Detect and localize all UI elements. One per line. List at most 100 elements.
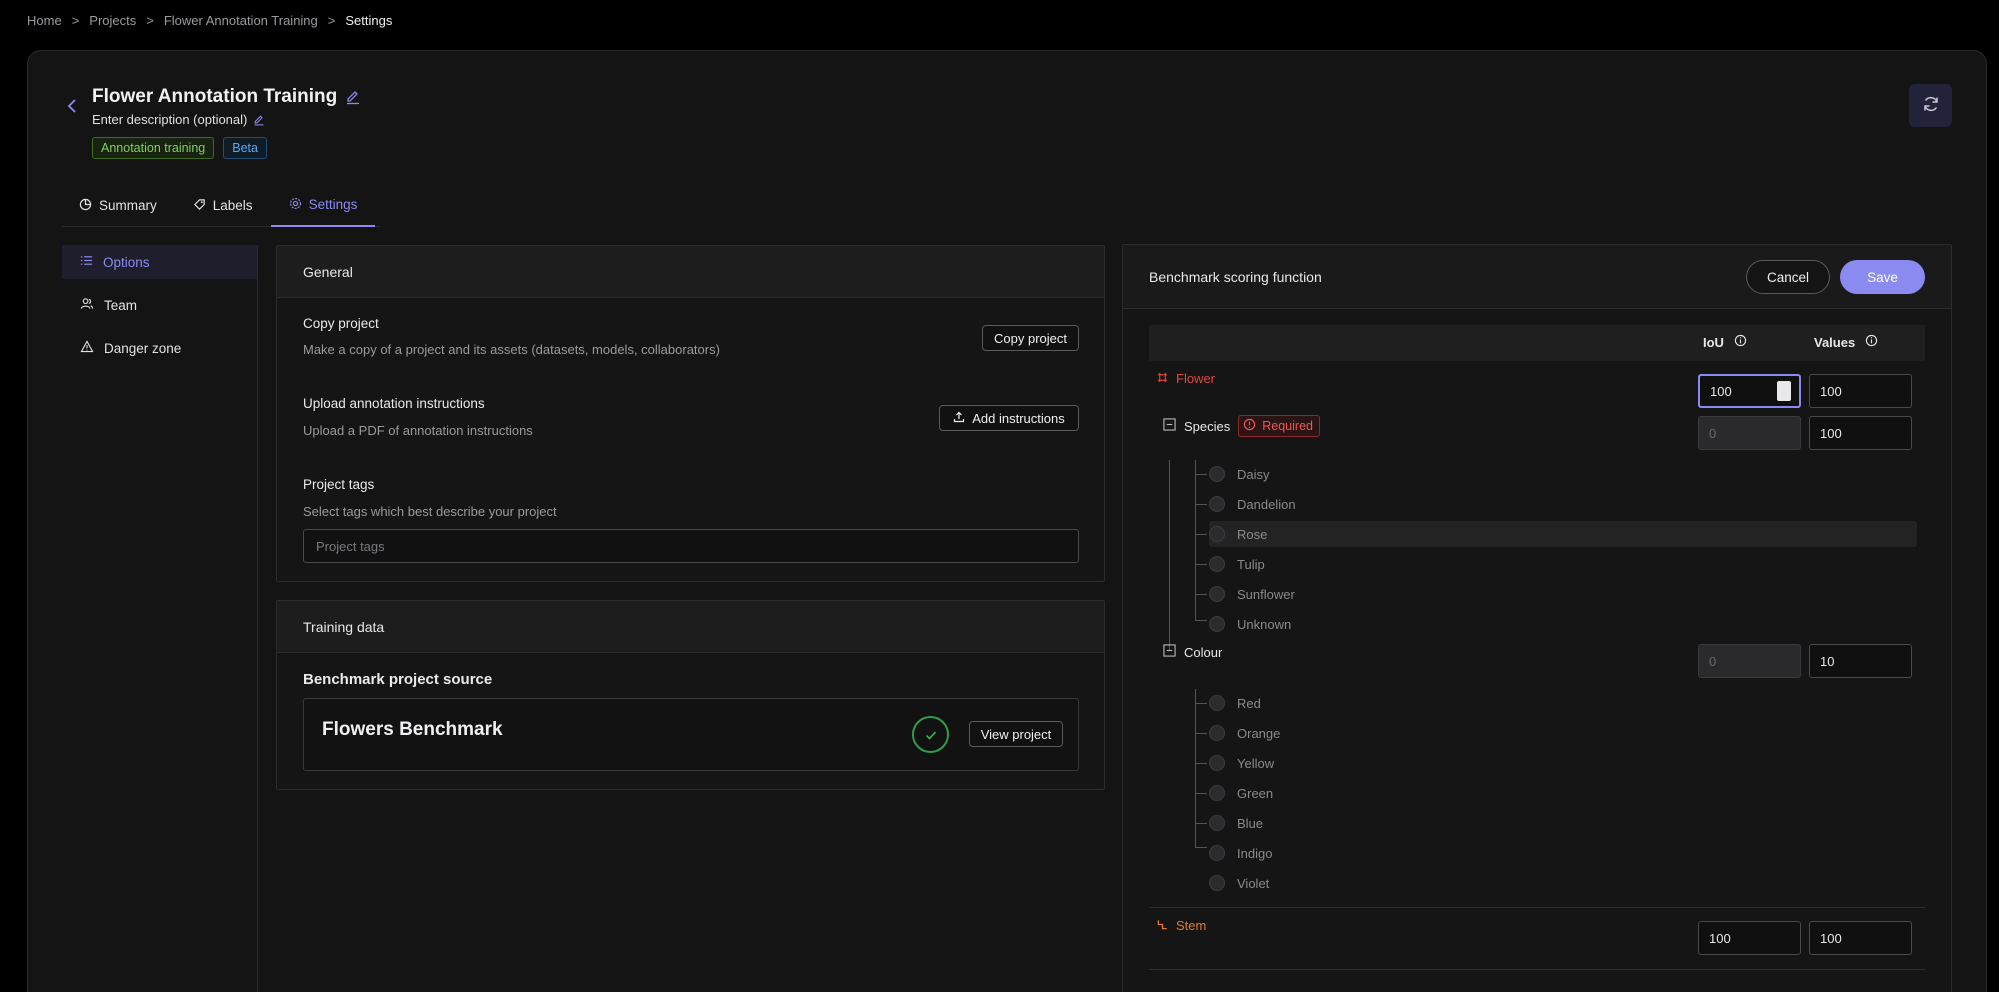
back-arrow-icon[interactable] <box>62 96 82 116</box>
pie-chart-icon <box>79 198 92 214</box>
benchmark-source-title: Benchmark project source <box>303 671 493 688</box>
cancel-button[interactable]: Cancel <box>1746 260 1830 294</box>
radio-button[interactable] <box>1209 875 1225 891</box>
benchmark-source-box: Flowers Benchmark View project <box>303 698 1079 771</box>
view-project-button[interactable]: View project <box>969 721 1063 747</box>
values-column-header: Values <box>1814 334 1878 350</box>
project-tags-input[interactable]: Project tags <box>303 529 1079 563</box>
tab-bar: Summary Labels Settings <box>62 184 380 227</box>
colour-option-red[interactable]: Red <box>1209 695 1261 711</box>
project-tags-title: Project tags <box>303 477 375 492</box>
project-title: Flower Annotation Training <box>92 86 338 107</box>
stem-value-input[interactable]: 100 <box>1809 921 1912 955</box>
species-option-dandelion[interactable]: Dandelion <box>1209 496 1296 512</box>
radio-button[interactable] <box>1209 695 1225 711</box>
radio-button[interactable] <box>1209 755 1225 771</box>
breadcrumb-home[interactable]: Home <box>27 13 62 28</box>
alert-icon <box>1243 418 1256 434</box>
radio-button[interactable] <box>1209 815 1225 831</box>
species-value-input[interactable]: 100 <box>1809 416 1912 450</box>
colour-option-green[interactable]: Green <box>1209 785 1273 801</box>
general-heading: General <box>277 246 1104 298</box>
warning-icon <box>80 340 94 356</box>
colour-option-yellow[interactable]: Yellow <box>1209 755 1274 771</box>
radio-button[interactable] <box>1209 586 1225 602</box>
nav-team[interactable]: Team <box>62 288 257 322</box>
scoring-card: Benchmark scoring function Cancel Save I… <box>1122 244 1952 992</box>
radio-button[interactable] <box>1209 526 1225 542</box>
flower-iou-input[interactable]: 100 <box>1698 374 1801 408</box>
refresh-button[interactable] <box>1909 84 1952 127</box>
row-divider <box>1149 969 1925 970</box>
add-instructions-button[interactable]: Add instructions <box>939 405 1079 431</box>
stem-iou-input[interactable]: 100 <box>1698 921 1801 955</box>
species-option-tulip[interactable]: Tulip <box>1209 556 1265 572</box>
radio-button[interactable] <box>1209 556 1225 572</box>
species-option-unknown[interactable]: Unknown <box>1209 616 1291 632</box>
refresh-icon <box>1921 94 1941 117</box>
training-data-card: Training data Benchmark project source F… <box>276 600 1105 790</box>
collapse-icon[interactable] <box>1163 644 1176 660</box>
iou-column-header: IoU <box>1703 334 1747 350</box>
breadcrumb-project[interactable]: Flower Annotation Training <box>164 13 318 28</box>
stepper-icon[interactable] <box>1777 381 1791 401</box>
colour-option-orange[interactable]: Orange <box>1209 725 1280 741</box>
upload-instructions-description: Upload a PDF of annotation instructions <box>303 423 533 438</box>
tab-labels[interactable]: Labels <box>175 184 271 227</box>
radio-button[interactable] <box>1209 466 1225 482</box>
page-title: Flower Annotation Training <box>92 86 361 108</box>
tag-annotation-training: Annotation training <box>92 137 215 159</box>
colour-option-indigo[interactable]: Indigo <box>1209 845 1272 861</box>
nav-options[interactable]: Options <box>62 245 257 279</box>
polyline-icon <box>1157 918 1168 933</box>
team-icon <box>80 297 94 313</box>
copy-project-title: Copy project <box>303 316 379 331</box>
upload-icon <box>953 411 965 426</box>
classification-colour: Colour <box>1163 644 1222 660</box>
edit-description-icon[interactable] <box>253 114 265 126</box>
flower-value-input[interactable]: 100 <box>1809 374 1912 408</box>
polygon-icon <box>1157 371 1168 386</box>
nav-danger-zone[interactable]: Danger zone <box>62 331 257 365</box>
benchmark-name: Flowers Benchmark <box>322 719 503 740</box>
info-icon[interactable] <box>1865 334 1878 350</box>
breadcrumb-current: Settings <box>345 13 393 28</box>
collapse-icon[interactable] <box>1163 418 1176 434</box>
tag-icon <box>193 198 206 214</box>
radio-button[interactable] <box>1209 616 1225 632</box>
object-flower: Flower <box>1157 371 1215 386</box>
colour-iou-input: 0 <box>1698 644 1801 678</box>
tag-beta: Beta <box>223 137 267 159</box>
breadcrumb-projects[interactable]: Projects <box>89 13 136 28</box>
colour-option-violet[interactable]: Violet <box>1209 875 1269 891</box>
radio-button[interactable] <box>1209 496 1225 512</box>
scoring-table-header: IoU Values <box>1149 325 1925 361</box>
copy-project-button[interactable]: Copy project <box>982 325 1079 351</box>
copy-project-description: Make a copy of a project and its assets … <box>303 342 720 357</box>
radio-button[interactable] <box>1209 845 1225 861</box>
colour-option-blue[interactable]: Blue <box>1209 815 1263 831</box>
project-tags: Annotation training Beta <box>92 137 267 159</box>
species-option-daisy[interactable]: Daisy <box>1209 466 1270 482</box>
save-button[interactable]: Save <box>1840 260 1925 294</box>
gear-icon <box>289 197 302 213</box>
object-stem: Stem <box>1157 918 1206 933</box>
colour-value-input[interactable]: 10 <box>1809 644 1912 678</box>
radio-button[interactable] <box>1209 785 1225 801</box>
project-description: Enter description (optional) <box>92 112 265 127</box>
radio-button[interactable] <box>1209 725 1225 741</box>
species-option-sunflower[interactable]: Sunflower <box>1209 586 1295 602</box>
info-icon[interactable] <box>1734 334 1747 350</box>
species-iou-input: 0 <box>1698 416 1801 450</box>
project-tags-description: Select tags which best describe your pro… <box>303 504 557 519</box>
species-option-rose[interactable]: Rose <box>1209 526 1267 542</box>
edit-title-icon[interactable] <box>345 89 361 105</box>
list-icon <box>80 254 93 270</box>
row-divider <box>1149 907 1925 908</box>
tab-summary[interactable]: Summary <box>62 184 175 227</box>
required-badge: Required <box>1238 415 1320 437</box>
breadcrumb: Home > Projects > Flower Annotation Trai… <box>27 13 393 28</box>
training-heading: Training data <box>277 601 1104 653</box>
tab-settings[interactable]: Settings <box>270 184 376 227</box>
row-hover-highlight <box>1209 521 1917 547</box>
